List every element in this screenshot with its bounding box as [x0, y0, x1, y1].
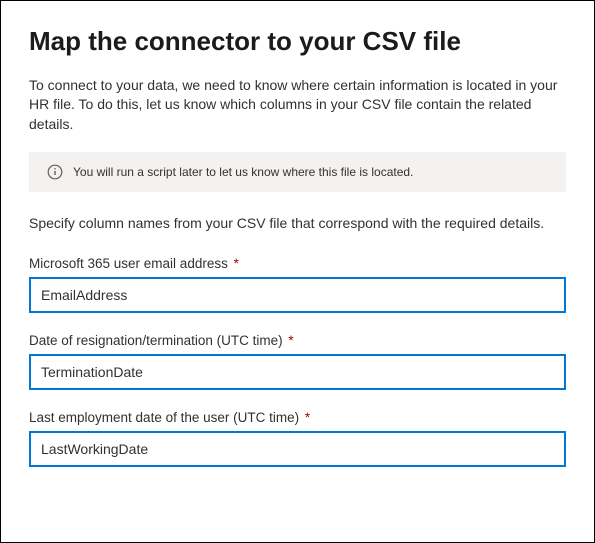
termination-label-text: Date of resignation/termination (UTC tim… — [29, 333, 283, 348]
field-last-working: Last employment date of the user (UTC ti… — [29, 410, 566, 467]
info-banner: You will run a script later to let us kn… — [29, 152, 566, 192]
last-working-label-text: Last employment date of the user (UTC ti… — [29, 410, 299, 425]
info-icon — [47, 164, 63, 180]
last-working-input[interactable] — [29, 431, 566, 467]
email-label-text: Microsoft 365 user email address — [29, 256, 228, 271]
specify-text: Specify column names from your CSV file … — [29, 214, 566, 234]
field-termination: Date of resignation/termination (UTC tim… — [29, 333, 566, 390]
page-title: Map the connector to your CSV file — [29, 25, 566, 58]
email-input[interactable] — [29, 277, 566, 313]
intro-text: To connect to your data, we need to know… — [29, 76, 566, 135]
required-mark: * — [305, 410, 310, 425]
last-working-label: Last employment date of the user (UTC ti… — [29, 410, 566, 425]
termination-input[interactable] — [29, 354, 566, 390]
required-mark: * — [234, 256, 239, 271]
field-email: Microsoft 365 user email address * — [29, 256, 566, 313]
email-label: Microsoft 365 user email address * — [29, 256, 566, 271]
termination-label: Date of resignation/termination (UTC tim… — [29, 333, 566, 348]
required-mark: * — [288, 333, 293, 348]
info-banner-text: You will run a script later to let us kn… — [73, 165, 413, 179]
